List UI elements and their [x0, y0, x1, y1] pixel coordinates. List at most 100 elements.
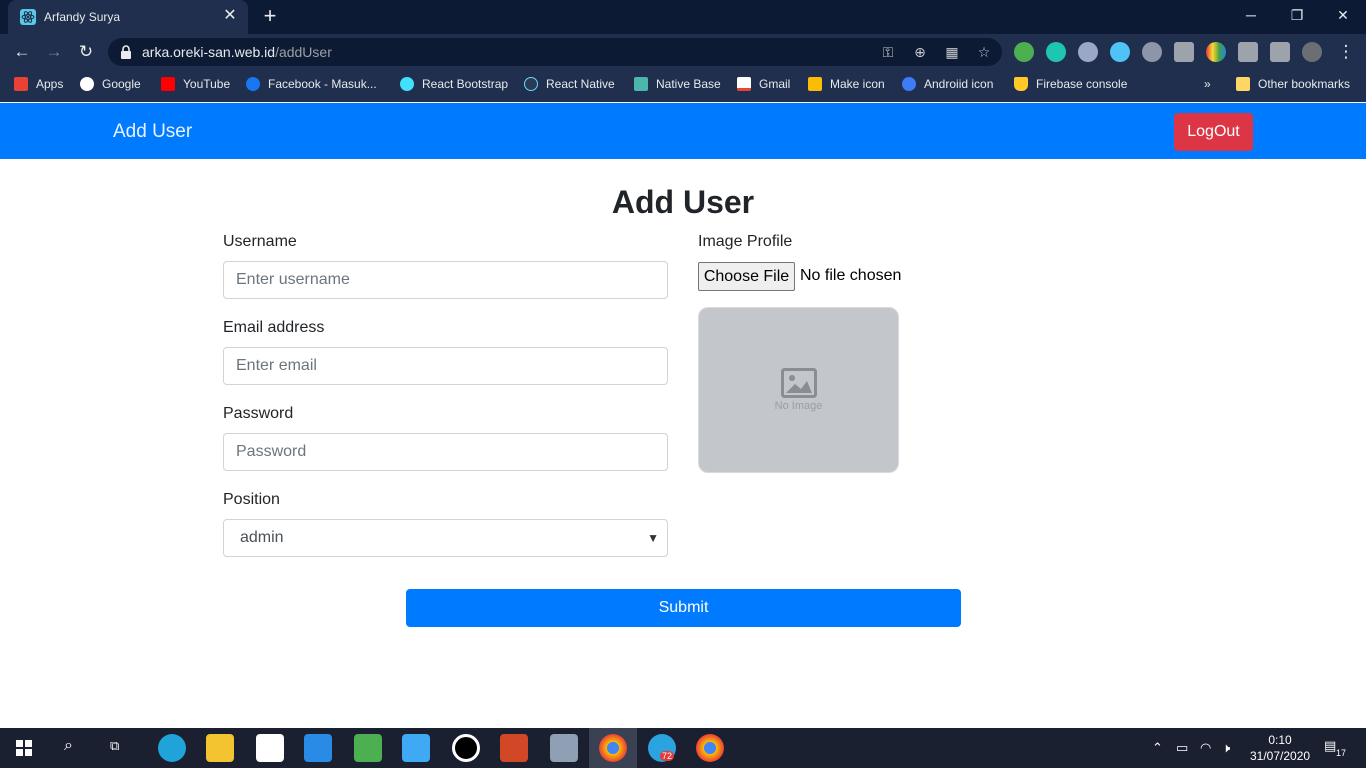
- password-input[interactable]: Password: [223, 433, 668, 471]
- chrome-secondary-icon[interactable]: [696, 734, 724, 762]
- tab-title: Arfandy Surya: [44, 10, 121, 24]
- bookmark-firebase[interactable]: Firebase console: [1014, 77, 1127, 95]
- logout-button[interactable]: LogOut: [1174, 113, 1253, 151]
- password-label: Password: [223, 405, 294, 422]
- email-label: Email address: [223, 319, 325, 336]
- color-picker-icon[interactable]: [1206, 42, 1226, 62]
- folder-icon: [1236, 77, 1250, 91]
- edge-icon[interactable]: [158, 734, 186, 762]
- url-text: arka.oreki-san.web.id/addUser: [142, 44, 332, 60]
- bookmarks-bar: Apps Google YouTube Facebook - Masuk... …: [0, 70, 1366, 102]
- minimize-icon[interactable]: ─: [1228, 0, 1274, 30]
- browser-tab-active[interactable]: Arfandy Surya ✕: [8, 0, 248, 34]
- clock-time: 0:10: [1268, 733, 1292, 747]
- forward-arrow-icon[interactable]: →: [42, 40, 66, 64]
- no-file-chosen-text: No file chosen: [800, 267, 902, 284]
- kebab-menu-icon[interactable]: ⋮: [1334, 40, 1358, 64]
- navbar-brand[interactable]: Add User: [113, 121, 192, 143]
- file-explorer-icon[interactable]: [206, 734, 234, 762]
- bookmarks-overflow-icon[interactable]: »: [1204, 77, 1211, 95]
- chrome-icon: [599, 734, 627, 762]
- add-circle-icon[interactable]: ⊕: [910, 42, 930, 62]
- photos-icon[interactable]: [550, 734, 578, 762]
- bookmark-android-icon[interactable]: Androiid icon: [902, 77, 993, 95]
- star-bookmark-icon[interactable]: ☆: [974, 42, 994, 62]
- google-icon: [80, 77, 94, 91]
- tab-close-icon[interactable]: ✕: [220, 6, 240, 26]
- extension-icon[interactable]: [1014, 42, 1034, 62]
- bookmark-apps[interactable]: Apps: [14, 77, 63, 95]
- search-icon[interactable]: ⌕: [64, 737, 73, 755]
- tray-chevron-up-icon[interactable]: ⌃: [1152, 740, 1163, 756]
- no-image-text: No Image: [774, 400, 823, 412]
- cloud-app-icon[interactable]: [402, 734, 430, 762]
- mail-icon[interactable]: [304, 734, 332, 762]
- chevron-down-icon: ▼: [647, 531, 659, 545]
- page-title: Add User: [611, 184, 755, 220]
- restore-icon[interactable]: ❐: [1274, 0, 1320, 30]
- key-icon[interactable]: ⚿: [878, 42, 898, 62]
- taskbar-active-chrome[interactable]: [589, 728, 637, 768]
- taskbar-clock[interactable]: 0:10 31/07/2020: [1250, 732, 1310, 764]
- android-icon-icon: [902, 77, 916, 91]
- battery-icon[interactable]: ▭: [1176, 740, 1188, 756]
- bookmark-native-base[interactable]: Native Base: [634, 77, 721, 95]
- powerpoint-icon[interactable]: [500, 734, 528, 762]
- position-select[interactable]: admin ▼: [223, 519, 668, 557]
- puzzle-extensions-icon[interactable]: [1270, 42, 1290, 62]
- youtube-icon: [161, 77, 175, 91]
- windows-start-icon[interactable]: [16, 740, 32, 756]
- bookmark-make-icon[interactable]: Make icon: [808, 77, 885, 95]
- react-devtools-icon[interactable]: [1110, 42, 1130, 62]
- bookmark-react-bootstrap[interactable]: React Bootstrap: [400, 77, 508, 95]
- native-base-icon: [634, 77, 648, 91]
- extension-circle-icon[interactable]: [1078, 42, 1098, 62]
- extension-m-icon[interactable]: [1046, 42, 1066, 62]
- wifi-icon[interactable]: ◠: [1200, 740, 1211, 756]
- make-icon-icon: [808, 77, 822, 91]
- bookmark-react-native[interactable]: React Native: [524, 77, 615, 95]
- profile-avatar[interactable]: [1302, 42, 1322, 62]
- bookmark-youtube[interactable]: YouTube: [161, 77, 230, 95]
- gmail-icon: [737, 77, 751, 91]
- apps-grid-icon: [14, 77, 28, 91]
- camera-icon[interactable]: [1174, 42, 1194, 62]
- telegram-badge: 72: [660, 751, 675, 761]
- react-favicon-icon: [20, 9, 36, 25]
- submit-button[interactable]: Submit: [406, 589, 961, 627]
- translate-icon[interactable]: ▦: [942, 42, 962, 62]
- react-icon: [524, 77, 538, 91]
- image-placeholder-icon: [781, 368, 817, 398]
- volume-icon[interactable]: 🕨: [1222, 740, 1230, 756]
- record-icon[interactable]: [452, 734, 480, 762]
- notification-icon[interactable]: ▤: [1324, 738, 1336, 754]
- bookmark-google[interactable]: Google: [80, 77, 141, 95]
- choose-file-button[interactable]: Choose File: [698, 262, 795, 291]
- app-navbar: Add User LogOut: [0, 103, 1366, 159]
- browser-tab-strip: Arfandy Surya ✕ + ─ ❐ ✕: [0, 0, 1366, 34]
- windows-taskbar: ⌕ ⧉ 72 ⌃ ▭ ◠ 🕨 0:10 31/07/2020 ▤ 17: [0, 728, 1366, 768]
- email-input[interactable]: Enter email: [223, 347, 668, 385]
- facebook-icon: [246, 77, 260, 91]
- image-preview: No Image: [698, 307, 899, 473]
- bookmark-facebook[interactable]: Facebook - Masuk...: [246, 77, 377, 95]
- new-tab-plus-icon[interactable]: +: [258, 5, 282, 29]
- back-arrow-icon[interactable]: ←: [10, 40, 34, 64]
- notification-count: 17: [1336, 748, 1347, 758]
- window-close-icon[interactable]: ✕: [1320, 0, 1366, 30]
- clock-date: 31/07/2020: [1250, 749, 1311, 763]
- extension-layout-icon[interactable]: [1238, 42, 1258, 62]
- bookmark-other[interactable]: Other bookmarks: [1236, 77, 1350, 95]
- react-bootstrap-icon: [400, 77, 414, 91]
- firebase-icon: [1014, 77, 1028, 91]
- app-w-icon[interactable]: [354, 734, 382, 762]
- bookmark-gmail[interactable]: Gmail: [737, 77, 790, 95]
- task-view-icon[interactable]: ⧉: [110, 738, 119, 754]
- store-icon[interactable]: [256, 734, 284, 762]
- lock-icon: [121, 45, 131, 59]
- username-label: Username: [223, 233, 297, 250]
- username-input[interactable]: Enter username: [223, 261, 668, 299]
- extension-target-icon[interactable]: [1142, 42, 1162, 62]
- address-bar[interactable]: arka.oreki-san.web.id/addUser ⚿ ⊕ ▦ ☆: [108, 38, 1002, 66]
- reload-icon[interactable]: ↻: [74, 40, 98, 64]
